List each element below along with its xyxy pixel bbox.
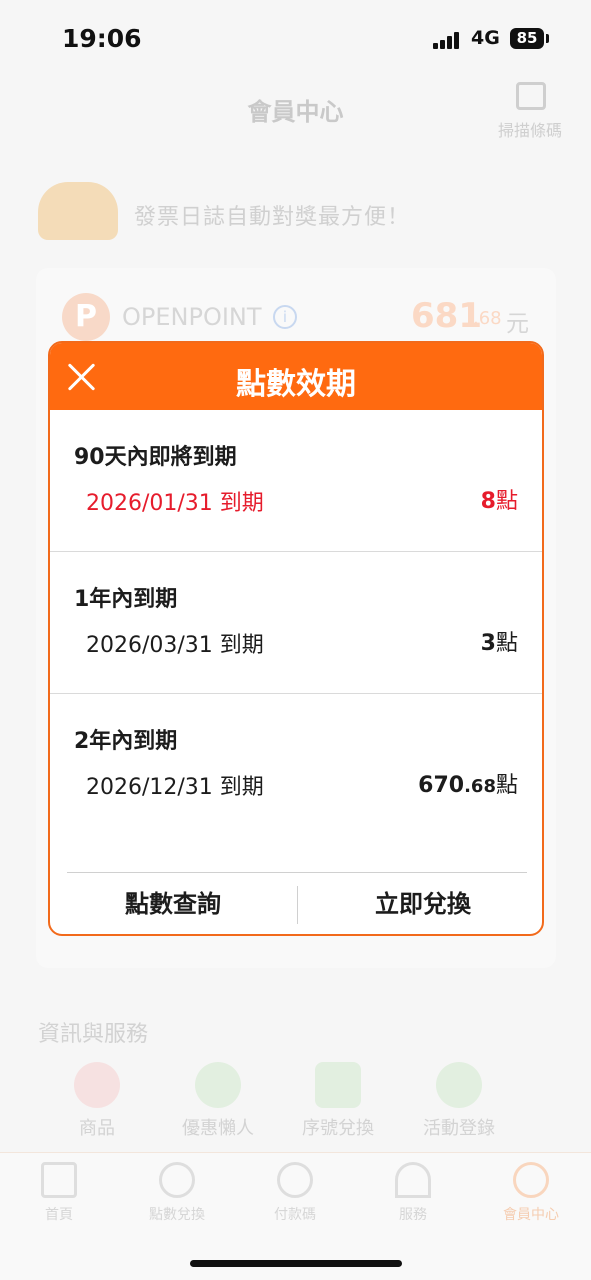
tab-member-center[interactable]: 會員中心 (472, 1162, 590, 1224)
expiry-group-1-year: 1年內到期 2026/03/31 到期 3點 (50, 552, 542, 694)
expiry-points: 3點 (481, 625, 518, 657)
openpoint-value-decimal: .68 (473, 308, 502, 329)
openpoint-unit: 元 (506, 311, 529, 337)
battery-tip (546, 34, 549, 43)
tab-services[interactable]: 服務 (354, 1162, 472, 1224)
expiry-group-title: 2年內到期 (74, 729, 178, 754)
dollar-icon (277, 1162, 313, 1198)
points-value: 670 (418, 773, 465, 798)
openpoint-logo-icon: P (62, 293, 110, 341)
points-inquiry-button[interactable]: 點數查詢 (58, 873, 288, 934)
expiry-group-2-years: 2年內到期 2026/12/31 到期 670.68點 (50, 694, 542, 836)
expiry-group-title: 90天內即將到期 (74, 445, 237, 470)
tab-label: 服務 (399, 1207, 427, 1223)
service-label: 活動登錄 (423, 1118, 495, 1139)
banner-text[interactable]: 發票日誌自動對獎最方便！ (134, 199, 410, 231)
service-item-product[interactable]: 商品 (42, 1062, 152, 1140)
rainbow-icon (395, 1162, 431, 1198)
product-icon (74, 1062, 120, 1108)
modal-header: 點數效期 (50, 343, 542, 410)
points-icon (159, 1162, 195, 1198)
expiry-points: 670.68點 (418, 767, 518, 799)
points-decimal: .68 (464, 776, 496, 797)
service-label: 序號兌換 (302, 1118, 374, 1139)
redeem-now-button[interactable]: 立即兌換 (308, 873, 538, 934)
expiry-points: 8點 (481, 483, 518, 515)
expiry-date: 2026/01/31 到期 (86, 491, 264, 516)
points-unit: 點 (495, 631, 518, 656)
status-bar: 19:06 4G 85 (0, 0, 591, 80)
footer-vertical-divider (297, 886, 298, 924)
tab-label: 點數兌換 (149, 1207, 205, 1223)
barcode-scan-icon[interactable] (516, 82, 546, 110)
tab-label: 付款碼 (274, 1207, 316, 1223)
expiry-group-title: 1年內到期 (74, 587, 178, 612)
points-unit: 點 (495, 773, 518, 798)
banner-badge-icon (38, 182, 118, 240)
battery-icon: 85 (510, 28, 544, 49)
home-indicator[interactable] (190, 1260, 402, 1267)
info-icon[interactable]: i (273, 305, 297, 329)
points-value: 3 (480, 631, 496, 656)
tab-home[interactable]: 首頁 (0, 1162, 118, 1224)
points-unit: 點 (495, 489, 518, 514)
event-badge-icon (436, 1062, 482, 1108)
service-label: 優惠懶人 (182, 1118, 254, 1139)
tab-label: 首頁 (45, 1207, 73, 1223)
scan-label[interactable]: 掃描條碼 (498, 117, 562, 141)
status-time: 19:06 (62, 24, 142, 53)
tab-label: 會員中心 (503, 1207, 559, 1223)
shopping-bag-icon (315, 1062, 361, 1108)
service-item-serial[interactable]: 序號兌換 (283, 1062, 393, 1140)
cellular-signal-icon (433, 31, 463, 49)
points-value: 8 (480, 489, 496, 514)
service-item-coupon[interactable]: 優惠懶人 (163, 1062, 273, 1140)
tab-payment-code[interactable]: 付款碼 (236, 1162, 354, 1224)
modal-title: 點數效期 (236, 367, 356, 402)
openpoint-value: 681 (411, 296, 482, 336)
expiry-date: 2026/12/31 到期 (86, 775, 264, 800)
tab-points-exchange[interactable]: 點數兌換 (118, 1162, 236, 1224)
network-type: 4G (471, 27, 500, 49)
expiry-date: 2026/03/31 到期 (86, 633, 264, 658)
openpoint-label: OPENPOINT (122, 303, 262, 331)
points-expiry-modal: 點數效期 90天內即將到期 2026/01/31 到期 8點 1年內到期 202… (48, 341, 544, 936)
service-label: 商品 (79, 1118, 115, 1139)
expiry-group-90-days: 90天內即將到期 2026/01/31 到期 8點 (50, 410, 542, 552)
coupon-icon (195, 1062, 241, 1108)
member-icon (513, 1162, 549, 1198)
service-item-event[interactable]: 活動登錄 (404, 1062, 514, 1140)
home-icon (41, 1162, 77, 1198)
services-section-title: 資訊與服務 (38, 1022, 149, 1047)
